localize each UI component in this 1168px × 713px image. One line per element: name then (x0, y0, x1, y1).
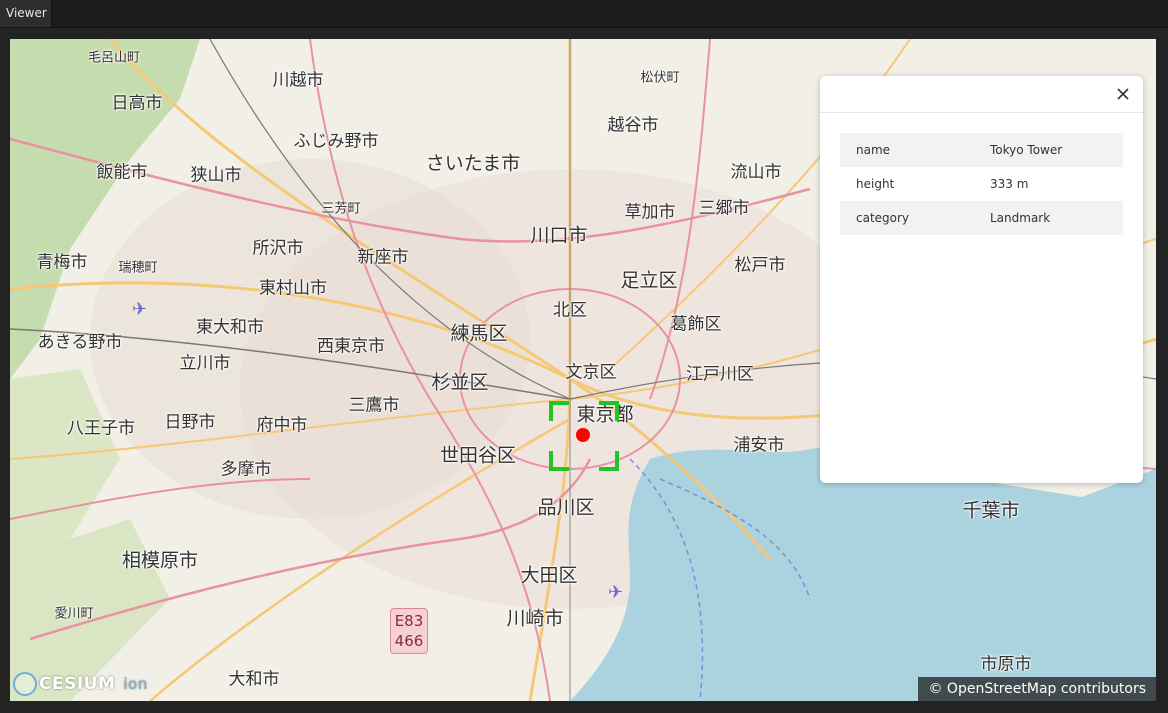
table-row: height 333 m (840, 167, 1123, 201)
map-label: 青梅市 (36, 252, 88, 273)
map-label: 草加市 (624, 202, 676, 223)
table-row: category Landmark (840, 201, 1123, 235)
map-label: 川崎市 (506, 607, 564, 630)
map-label: さいたま市 (425, 152, 521, 175)
property-key: category (840, 201, 974, 235)
close-button[interactable] (1113, 84, 1133, 104)
cesium-ion-logo[interactable]: CESIUM ion (13, 671, 148, 697)
window-tab-bar: Viewer (0, 0, 1168, 28)
properties-table: name Tokyo Tower height 333 m category L… (840, 133, 1123, 235)
map-label: 足立区 (620, 269, 678, 292)
property-value: 333 m (990, 177, 1029, 191)
map-label: 多摩市 (220, 459, 272, 480)
map-label: 西東京市 (317, 336, 385, 357)
map-label: 世田谷区 (439, 444, 517, 467)
info-box-panel: name Tokyo Tower height 333 m category L… (820, 76, 1143, 483)
close-icon (1117, 88, 1129, 100)
map-label: 瑞穂町 (118, 260, 158, 276)
airport-icon: ✈ (132, 299, 148, 320)
location-marker[interactable] (576, 428, 590, 442)
selection-corner-icon (599, 451, 619, 471)
property-key: height (856, 177, 895, 191)
map-label: 杉並区 (431, 371, 489, 394)
map-attribution[interactable]: © OpenStreetMap contributors (918, 677, 1156, 701)
selection-corner-icon (599, 401, 619, 421)
map-label: 大田区 (520, 564, 578, 587)
map-label: 相模原市 (121, 549, 199, 572)
map-label: 市原市 (980, 654, 1032, 675)
map-label: 越谷市 (607, 115, 659, 136)
map-label: 立川市 (179, 353, 231, 374)
map-label: 江戸川区 (686, 364, 754, 385)
selection-corner-icon (549, 451, 569, 471)
shield-line-2: 466 (394, 632, 424, 650)
map-label: 三芳町 (321, 201, 361, 217)
map-label: 葛飾区 (670, 314, 722, 335)
map-label: 三郷市 (698, 198, 750, 219)
shield-line-1: E83 (394, 612, 424, 630)
logo-suffix: ion (123, 675, 148, 693)
map-label: 大和市 (228, 669, 280, 690)
property-value: Landmark (974, 201, 1123, 235)
map-label: 松戸市 (734, 255, 786, 276)
map-label: 狭山市 (190, 165, 242, 186)
map-label: 府中市 (256, 415, 308, 436)
map-label: 飯能市 (96, 162, 148, 183)
map-label: 日高市 (111, 93, 163, 114)
map-label: 新座市 (357, 247, 409, 268)
map-label: 毛呂山町 (87, 50, 141, 66)
tab-viewer[interactable]: Viewer (0, 0, 52, 27)
map-label: 川口市 (530, 224, 588, 247)
map-label: 川越市 (272, 70, 324, 91)
map-viewport[interactable]: 毛呂山町 日高市 川越市 ふじみ野市 越谷市 松伏町 飯能市 狭山市 さいたま市… (10, 39, 1156, 701)
map-label: 日野市 (164, 412, 216, 433)
map-label: 品川区 (537, 496, 595, 519)
map-label: 北区 (553, 300, 587, 321)
map-label: あきる野市 (37, 332, 123, 353)
map-label: 流山市 (730, 162, 782, 183)
selection-corner-icon (549, 401, 569, 421)
highway-shield: E83 466 (390, 608, 428, 654)
cesium-logo-icon (13, 672, 37, 696)
map-label: 千葉市 (962, 499, 1020, 522)
info-box-header (820, 76, 1143, 113)
map-label: 八王子市 (67, 418, 135, 439)
property-value: Tokyo Tower (974, 133, 1123, 167)
airport-icon: ✈ (608, 582, 624, 603)
map-label: 三鷹市 (348, 395, 400, 416)
logo-brand: CESIUM (39, 674, 116, 694)
map-label: 東大和市 (196, 317, 264, 338)
map-label: 東村山市 (259, 278, 327, 299)
map-label: 練馬区 (450, 322, 508, 345)
map-label: 文京区 (565, 362, 617, 383)
map-label: 松伏町 (640, 70, 680, 86)
map-label: 愛川町 (54, 606, 94, 622)
map-label: 所沢市 (252, 238, 304, 259)
property-key: name (840, 133, 974, 167)
table-row: name Tokyo Tower (840, 133, 1123, 167)
map-label: 浦安市 (733, 435, 785, 456)
map-label: ふじみ野市 (293, 131, 379, 152)
